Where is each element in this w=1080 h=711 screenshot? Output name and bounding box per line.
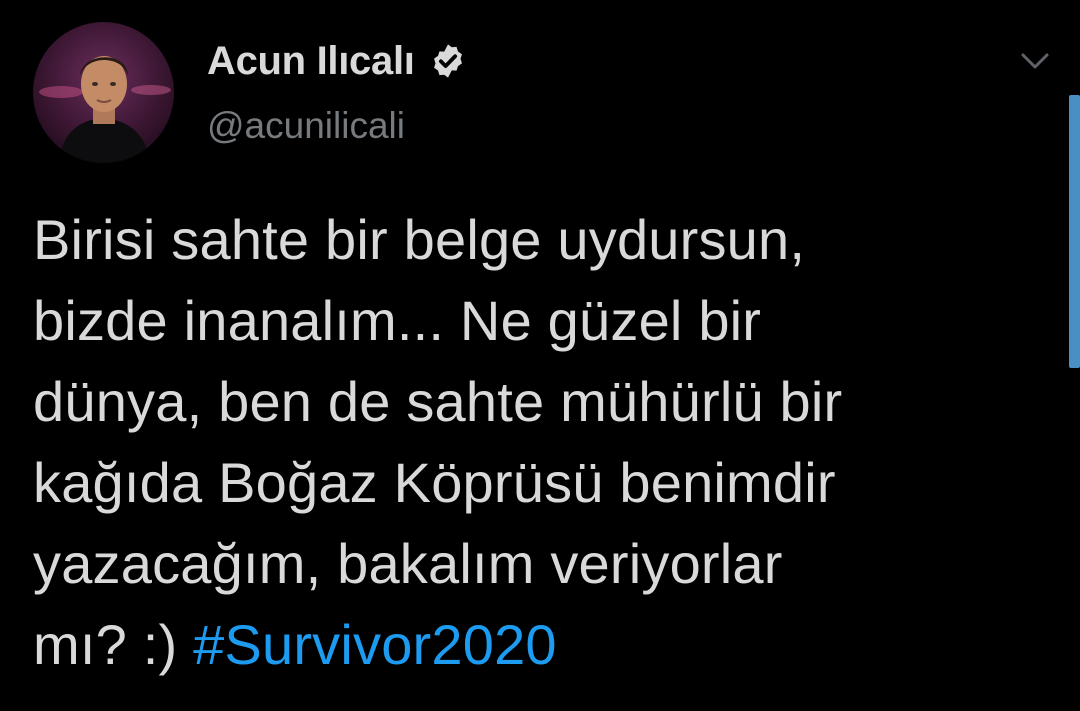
author-avatar[interactable] <box>33 22 174 163</box>
tweet-text-line: bizde inanalım... Ne güzel bir <box>33 289 762 352</box>
tweet-text-line: kağıda Boğaz Köprüsü benimdir <box>33 451 836 514</box>
profile-photo-icon <box>33 22 174 163</box>
tweet-text-line: Birisi sahte bir belge uydursun, <box>33 208 806 271</box>
author-display-name[interactable]: Acun Ilıcalı <box>207 39 415 84</box>
chevron-down-icon[interactable] <box>1017 48 1053 74</box>
tweet-text: Birisi sahte bir belge uydursun, bizde i… <box>33 199 1043 685</box>
name-row: Acun Ilıcalı <box>207 36 467 86</box>
tweet-text-line: dünya, ben de sahte mühürlü bir <box>33 370 843 433</box>
tweet-text-line: yazacağım, bakalım veriyorlar <box>33 532 783 595</box>
tweet-text-line: mı? :) #Survivor2020 <box>33 604 1043 685</box>
tweet-header: Acun Ilıcalı @acunilicali <box>207 36 467 147</box>
tweet-card: Acun Ilıcalı @acunilicali Birisi sahte b… <box>0 0 1080 711</box>
hashtag-link[interactable]: #Survivor2020 <box>193 613 557 676</box>
verified-badge-icon <box>429 42 467 80</box>
scrollbar[interactable] <box>1069 95 1080 368</box>
tweet-text-segment: mı? :) <box>33 613 194 676</box>
author-handle[interactable]: @acunilicali <box>207 105 467 147</box>
